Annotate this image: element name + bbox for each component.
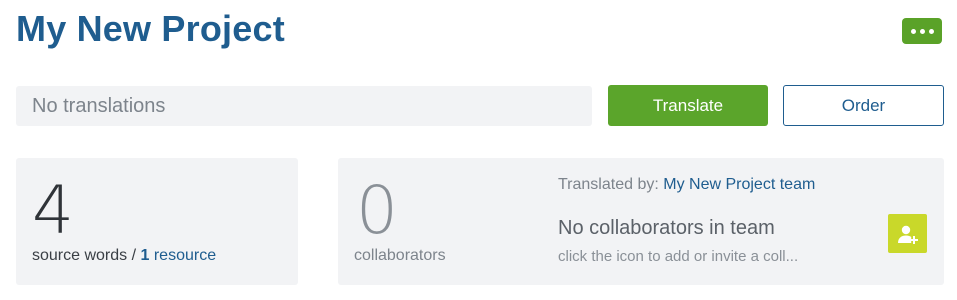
add-collaborator-button[interactable] xyxy=(888,214,927,253)
more-options-button[interactable] xyxy=(902,18,942,44)
collaborators-label: collaborators xyxy=(354,247,446,264)
translated-by-label: Translated by: xyxy=(558,176,659,193)
translation-status-bar: No translations xyxy=(16,86,592,126)
empty-team-title: No collaborators in team xyxy=(558,217,775,239)
page-title: My New Project xyxy=(16,8,285,49)
team-link[interactable]: My New Project team xyxy=(663,176,815,193)
resource-link[interactable]: resource xyxy=(154,247,216,264)
source-words-caption: source words / 1 resource xyxy=(32,247,216,265)
source-words-card: 4 source words / 1 resource xyxy=(16,158,298,285)
source-words-label: source words / xyxy=(32,247,141,264)
ellipsis-icon xyxy=(910,28,916,34)
translated-by-line: Translated by: My New Project team xyxy=(558,176,815,194)
translate-button[interactable]: Translate xyxy=(608,85,768,126)
empty-team-hint: click the icon to add or invite a coll..… xyxy=(558,248,799,265)
collaborators-card: 0 collaborators Translated by: My New Pr… xyxy=(338,158,944,285)
collaborators-count: 0 xyxy=(356,172,398,249)
resource-count: 1 xyxy=(140,247,150,264)
add-user-icon xyxy=(897,225,918,244)
order-button[interactable]: Order xyxy=(783,85,944,126)
source-words-count: 4 xyxy=(32,172,74,249)
translation-status-text: No translations xyxy=(32,94,166,117)
